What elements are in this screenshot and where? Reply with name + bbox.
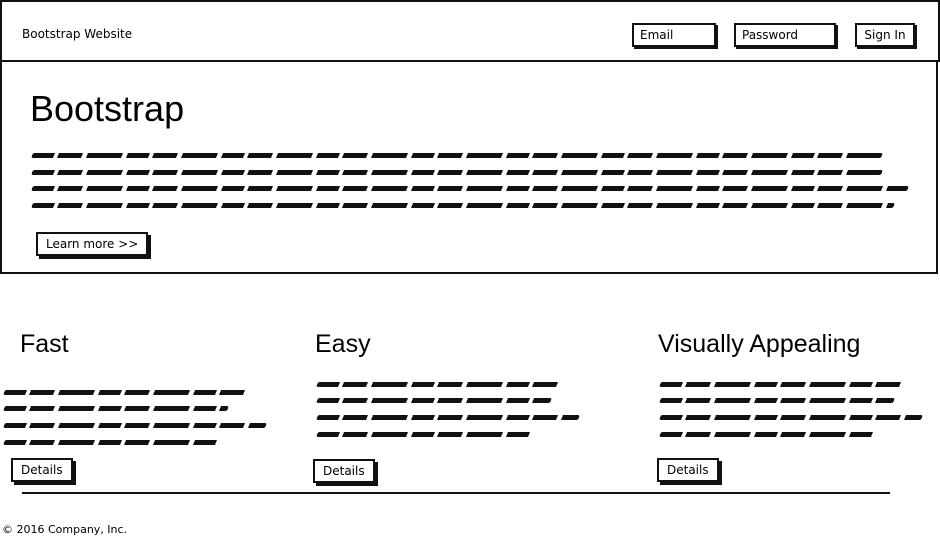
column-title-visually-appealing: Visually Appealing — [658, 330, 861, 358]
placeholder-text-line — [3, 440, 219, 445]
placeholder-text-line — [3, 390, 249, 395]
placeholder-text-line — [316, 382, 562, 387]
placeholder-text-line — [316, 432, 532, 437]
placeholder-text-line — [659, 415, 923, 420]
placeholder-text-line — [659, 432, 875, 437]
email-input[interactable]: Email — [632, 23, 716, 47]
details-button-fast[interactable]: Details — [11, 458, 73, 482]
placeholder-text-line — [659, 398, 895, 403]
footer-copyright: © 2016 Company, Inc. — [2, 523, 128, 536]
brand-link[interactable]: Bootstrap Website — [22, 27, 132, 41]
sign-in-button[interactable]: Sign In — [855, 23, 915, 47]
hero-title: Bootstrap — [30, 88, 185, 129]
placeholder-text-line — [3, 423, 267, 428]
learn-more-button[interactable]: Learn more >> — [36, 232, 149, 256]
column-title-fast: Fast — [20, 330, 69, 358]
placeholder-text-line — [31, 186, 909, 191]
password-input[interactable]: Password — [734, 23, 836, 47]
placeholder-text-line — [31, 153, 883, 158]
placeholder-text-line — [31, 170, 883, 175]
column-title-easy: Easy — [315, 330, 371, 358]
placeholder-text-line — [659, 382, 905, 387]
details-button-visually-appealing[interactable]: Details — [657, 458, 719, 482]
placeholder-text-line — [316, 398, 552, 403]
placeholder-text-line — [31, 203, 895, 208]
placeholder-text-line — [316, 415, 580, 420]
details-button-easy[interactable]: Details — [313, 459, 375, 483]
footer-divider — [22, 492, 890, 494]
placeholder-text-line — [3, 406, 229, 411]
